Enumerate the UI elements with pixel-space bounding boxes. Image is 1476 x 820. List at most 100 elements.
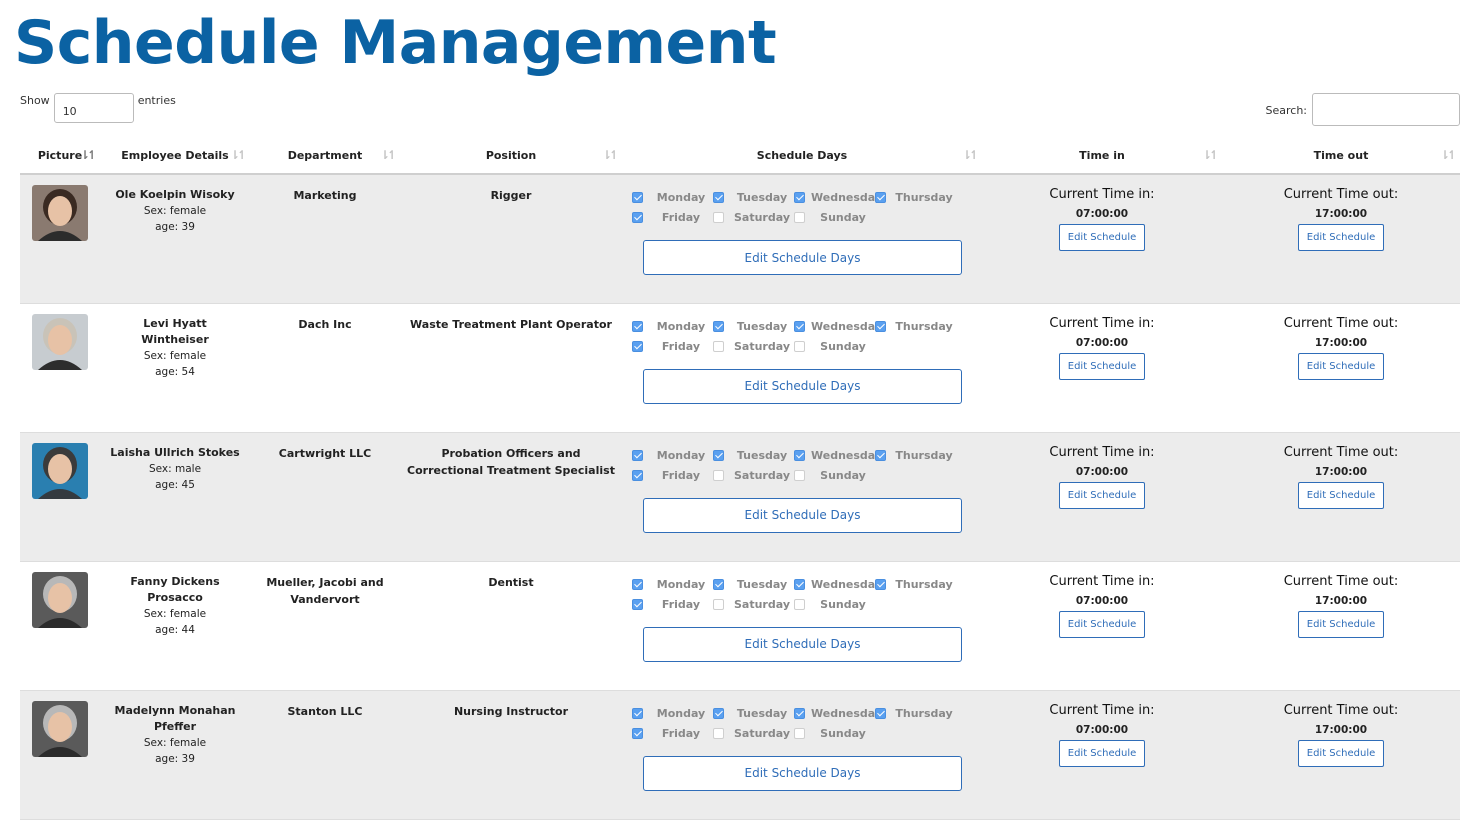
time-in-heading: Current Time in: — [1049, 573, 1155, 589]
checkbox-checked-icon[interactable] — [632, 320, 643, 332]
checkbox-checked-icon[interactable] — [632, 727, 643, 739]
day-option-saturday[interactable]: Saturday — [713, 598, 794, 611]
day-option-friday[interactable]: Friday — [632, 598, 713, 611]
checkbox-checked-icon[interactable] — [794, 449, 805, 461]
day-option-sunday[interactable]: Sunday — [794, 598, 875, 611]
time-out-cell: Current Time out: 17:00:00 Edit Schedule — [1222, 561, 1460, 690]
checkbox-checked-icon[interactable] — [632, 449, 643, 461]
checkbox-unchecked-icon[interactable] — [794, 212, 805, 223]
checkbox-unchecked-icon[interactable] — [713, 598, 724, 610]
day-option-friday[interactable]: Friday — [632, 727, 713, 740]
checkbox-checked-icon[interactable] — [875, 192, 886, 203]
checkbox-unchecked-icon[interactable] — [713, 727, 724, 739]
checkbox-checked-icon[interactable] — [632, 212, 643, 223]
day-option-saturday[interactable]: Saturday — [713, 340, 794, 353]
checkbox-checked-icon[interactable] — [632, 192, 643, 203]
edit-time-in-button[interactable]: Edit Schedule — [1059, 481, 1145, 509]
checkbox-checked-icon[interactable] — [875, 449, 886, 461]
edit-time-in-button[interactable]: Edit Schedule — [1059, 739, 1145, 767]
day-option-thursday[interactable]: Thursday — [875, 707, 956, 720]
checkbox-checked-icon[interactable] — [875, 578, 886, 590]
day-option-tuesday[interactable]: Tuesday — [713, 191, 794, 204]
day-option-tuesday[interactable]: Tuesday — [713, 320, 794, 333]
checkbox-checked-icon[interactable] — [713, 578, 724, 590]
checkbox-checked-icon[interactable] — [632, 707, 643, 719]
day-option-monday[interactable]: Monday — [632, 449, 713, 462]
day-option-wednesday[interactable]: Wednesday — [794, 191, 882, 204]
edit-schedule-days-button[interactable]: Edit Schedule Days — [643, 626, 962, 662]
checkbox-checked-icon[interactable] — [875, 320, 886, 332]
day-option-monday[interactable]: Monday — [632, 191, 713, 204]
day-option-sunday[interactable]: Sunday — [794, 340, 875, 353]
checkbox-checked-icon[interactable] — [632, 469, 643, 481]
checkbox-checked-icon[interactable] — [713, 320, 724, 332]
checkbox-checked-icon[interactable] — [713, 707, 724, 719]
edit-time-in-button[interactable]: Edit Schedule — [1059, 610, 1145, 638]
day-option-saturday[interactable]: Saturday — [713, 727, 794, 740]
day-option-thursday[interactable]: Thursday — [875, 449, 956, 462]
day-option-sunday[interactable]: Sunday — [794, 211, 875, 224]
checkbox-checked-icon[interactable] — [632, 598, 643, 610]
checkbox-unchecked-icon[interactable] — [713, 340, 724, 352]
day-option-sunday[interactable]: Sunday — [794, 469, 875, 482]
day-label: Tuesday — [736, 577, 788, 591]
edit-time-out-button[interactable]: Edit Schedule — [1298, 739, 1384, 767]
checkbox-checked-icon[interactable] — [794, 192, 805, 203]
day-option-wednesday[interactable]: Wednesday — [794, 578, 882, 591]
checkbox-checked-icon[interactable] — [632, 340, 643, 352]
edit-schedule-days-button[interactable]: Edit Schedule Days — [643, 240, 962, 275]
checkbox-checked-icon[interactable] — [794, 578, 805, 590]
column-header-position[interactable]: Position ⇂↿ — [400, 137, 622, 175]
day-option-saturday[interactable]: Saturday — [713, 211, 794, 224]
edit-time-out-button[interactable]: Edit Schedule — [1298, 481, 1384, 509]
checkbox-checked-icon[interactable] — [794, 320, 805, 332]
edit-time-in-button[interactable]: Edit Schedule — [1059, 352, 1145, 380]
edit-schedule-days-button[interactable]: Edit Schedule Days — [643, 497, 962, 533]
day-option-wednesday[interactable]: Wednesday — [794, 320, 882, 333]
day-option-monday[interactable]: Monday — [632, 707, 713, 720]
day-option-tuesday[interactable]: Tuesday — [713, 707, 794, 720]
column-header-schedule-days[interactable]: Schedule Days ⇂↿ — [622, 137, 982, 175]
day-option-tuesday[interactable]: Tuesday — [713, 449, 794, 462]
edit-time-out-button[interactable]: Edit Schedule — [1298, 224, 1384, 251]
edit-time-out-button[interactable]: Edit Schedule — [1298, 610, 1384, 638]
edit-schedule-days-button[interactable]: Edit Schedule Days — [643, 368, 962, 404]
checkbox-unchecked-icon[interactable] — [794, 469, 805, 481]
day-option-wednesday[interactable]: Wednesday — [794, 448, 883, 462]
day-option-thursday[interactable]: Thursday — [875, 320, 956, 333]
checkbox-checked-icon[interactable] — [794, 707, 805, 719]
day-option-friday[interactable]: Friday — [632, 340, 713, 353]
edit-time-in-button[interactable]: Edit Schedule — [1059, 224, 1145, 251]
day-option-friday[interactable]: Friday — [632, 469, 713, 482]
day-option-wednesday[interactable]: Wednesday — [794, 707, 882, 720]
day-label: Wednesday — [811, 448, 883, 462]
day-option-monday[interactable]: Monday — [632, 320, 713, 333]
edit-time-out-button[interactable]: Edit Schedule — [1298, 352, 1384, 380]
column-header-time-out[interactable]: Time out ⇂↿ — [1222, 137, 1460, 175]
day-option-friday[interactable]: Friday — [632, 211, 713, 224]
search-input[interactable] — [1312, 93, 1460, 126]
employee-details-cell: Madelynn Monahan Pfeffer Sex: female age… — [100, 690, 250, 819]
checkbox-checked-icon[interactable] — [713, 449, 724, 461]
checkbox-checked-icon[interactable] — [875, 707, 886, 719]
checkbox-checked-icon[interactable] — [632, 578, 643, 590]
day-option-tuesday[interactable]: Tuesday — [713, 578, 794, 591]
position-name: Dentist — [488, 575, 534, 589]
checkbox-unchecked-icon[interactable] — [794, 598, 805, 610]
column-header-employee-details[interactable]: Employee Details ⇂↿ — [100, 137, 250, 175]
checkbox-unchecked-icon[interactable] — [794, 727, 805, 739]
day-option-sunday[interactable]: Sunday — [794, 727, 875, 740]
edit-schedule-days-button[interactable]: Edit Schedule Days — [643, 755, 962, 791]
checkbox-unchecked-icon[interactable] — [713, 212, 724, 223]
entries-per-page-input[interactable] — [53, 93, 134, 123]
checkbox-checked-icon[interactable] — [713, 192, 724, 203]
day-option-thursday[interactable]: Thursday — [875, 191, 956, 204]
checkbox-unchecked-icon[interactable] — [794, 340, 805, 352]
column-header-picture[interactable]: Picture ⇂↿ — [20, 137, 100, 175]
checkbox-unchecked-icon[interactable] — [713, 469, 724, 481]
day-option-monday[interactable]: Monday — [632, 578, 713, 591]
day-option-saturday[interactable]: Saturday — [713, 469, 794, 482]
column-header-time-in[interactable]: Time in ⇂↿ — [982, 137, 1222, 175]
column-header-department[interactable]: Department ⇂↿ — [250, 137, 400, 175]
day-option-thursday[interactable]: Thursday — [875, 578, 956, 591]
